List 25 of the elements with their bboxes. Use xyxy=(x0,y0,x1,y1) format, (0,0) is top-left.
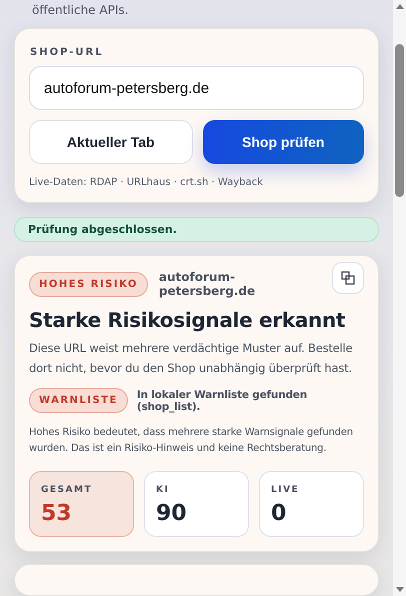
warning-badge: WARNLISTE xyxy=(29,388,128,413)
field-label: SHOP-URL xyxy=(30,47,105,58)
score-value: 53 xyxy=(41,501,72,526)
score-label: KI xyxy=(156,485,170,495)
warning-text: In lokaler Warnliste gefunden (shop_list). xyxy=(136,388,308,412)
summary-text: Diese URL weist mehrere verdächtige Muster auf. Bestelle dort nicht, bevor du den Shop unabhängig überprüft hast. xyxy=(29,340,354,377)
copy-icon[interactable] xyxy=(332,262,364,294)
result-title: Starke Risikosignale erkannt xyxy=(29,308,346,332)
domain-text: autoforum-petersberg.de xyxy=(158,270,256,298)
scroll-down-icon[interactable] xyxy=(396,587,404,593)
scrollbar-thumb[interactable] xyxy=(395,44,404,197)
scroll-up-icon[interactable] xyxy=(396,3,404,9)
status-message: Prüfung abgeschlossen. xyxy=(14,217,379,242)
score-label: LIVE xyxy=(271,485,300,495)
risk-badge: HOHES RISIKO xyxy=(29,272,148,296)
check-shop-button[interactable]: Shop prüfen xyxy=(202,120,364,164)
scrollbar[interactable] xyxy=(393,0,406,596)
intro-text: öffentliche APIs. xyxy=(32,3,130,17)
score-value: 90 xyxy=(156,501,187,526)
current-tab-button[interactable]: Aktueller Tab xyxy=(29,120,192,164)
score-value: 0 xyxy=(271,501,286,526)
score-label: GESAMT xyxy=(41,485,92,495)
url-input-field[interactable]: autoforum-petersberg.de xyxy=(29,66,364,110)
note-text: Hohes Risiko bedeutet, dass mehrere starke Warnsignale gefunden wurden. Das ist ein Risiko-Hinweis und keine Rechtsberatung. xyxy=(29,426,354,456)
sources-text: Live-Daten: RDAP · URLhaus · crt.sh · Wayback xyxy=(29,177,264,188)
